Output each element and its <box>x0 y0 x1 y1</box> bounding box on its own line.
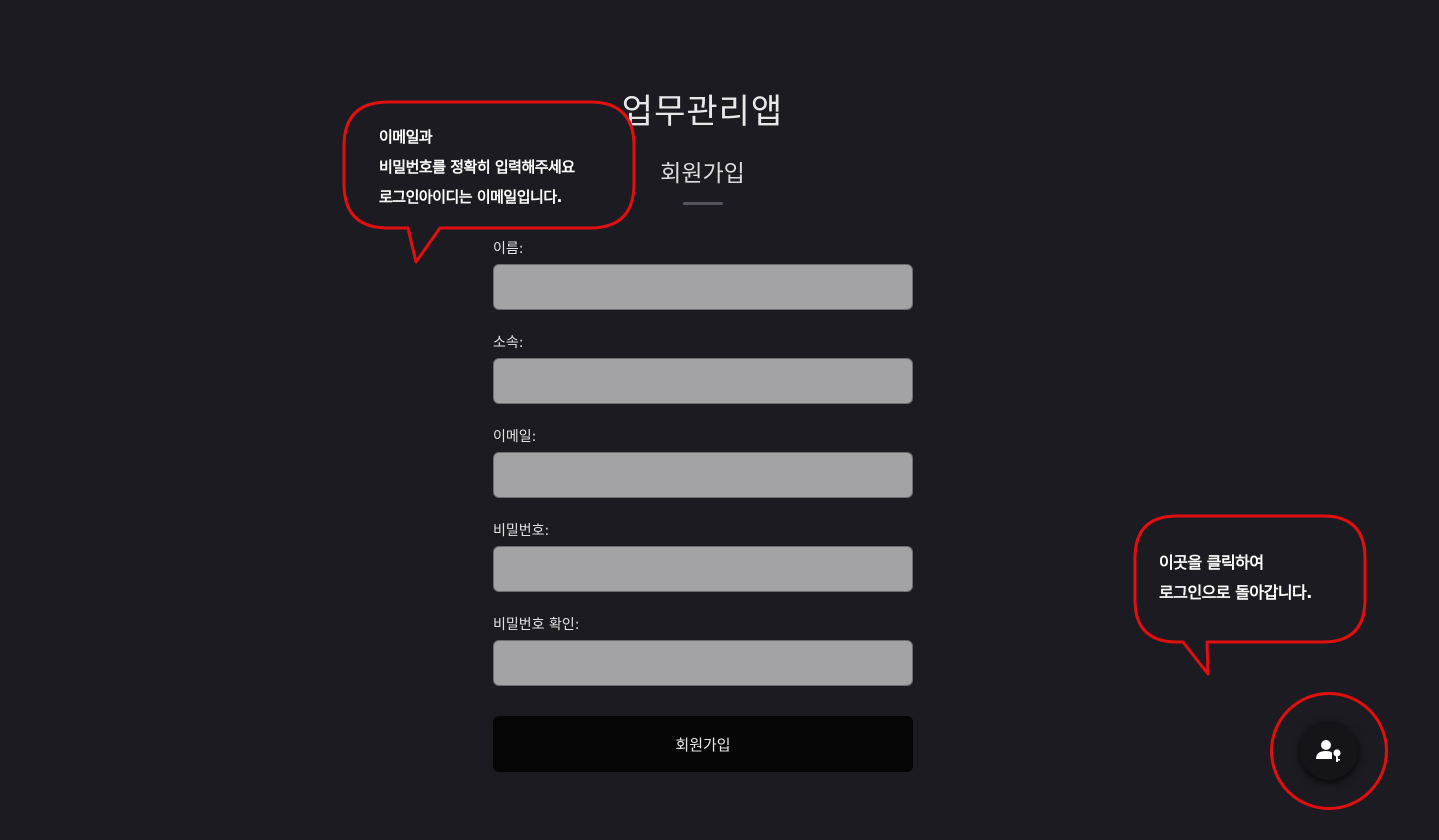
signup-submit-button[interactable]: 회원가입 <box>493 716 913 772</box>
title-underline <box>683 202 723 205</box>
password-field-group: 비밀번호: <box>493 518 913 612</box>
login-hint-text: 이곳을 클릭하여 로그인으로 돌아갑니다. <box>1159 548 1312 608</box>
password-label: 비밀번호: <box>493 523 550 539</box>
login-hint-callout: 이곳을 클릭하여 로그인으로 돌아갑니다. <box>1133 514 1367 676</box>
password-confirm-label: 비밀번호 확인: <box>493 617 580 633</box>
app-title: 업무관리앱 <box>621 92 784 132</box>
affiliation-label: 소속: <box>493 335 524 351</box>
password-confirm-field-group: 비밀번호 확인: <box>493 612 913 706</box>
password-confirm-input[interactable] <box>493 640 913 686</box>
signup-form: 이름: 소속: 이메일: 비밀번호: 비밀번호 확인: <box>493 236 913 706</box>
affiliation-input[interactable] <box>493 358 913 404</box>
email-input[interactable] <box>493 452 913 498</box>
email-hint-callout: 이메일과 비밀번호를 정확히 입력해주세요 로그인아이디는 이메일입니다. <box>342 100 636 264</box>
email-hint-line: 비밀번호를 정확히 입력해주세요 <box>379 158 575 176</box>
email-hint-text: 이메일과 비밀번호를 정확히 입력해주세요 로그인아이디는 이메일입니다. <box>379 122 575 212</box>
affiliation-field-group: 소속: <box>493 330 913 424</box>
login-hint-line: 로그인으로 돌아갑니다. <box>1159 583 1312 602</box>
email-hint-line: 이메일과 <box>379 128 433 146</box>
page-title: 회원가입 <box>660 161 745 187</box>
back-to-login-button[interactable] <box>1300 722 1358 780</box>
login-hint-line: 이곳을 클릭하여 <box>1159 553 1264 572</box>
person-key-icon <box>1316 740 1341 762</box>
name-input[interactable] <box>493 264 913 310</box>
email-hint-line: 로그인아이디는 이메일입니다. <box>379 188 562 206</box>
email-field-group: 이메일: <box>493 424 913 518</box>
email-label: 이메일: <box>493 429 537 445</box>
password-input[interactable] <box>493 546 913 592</box>
